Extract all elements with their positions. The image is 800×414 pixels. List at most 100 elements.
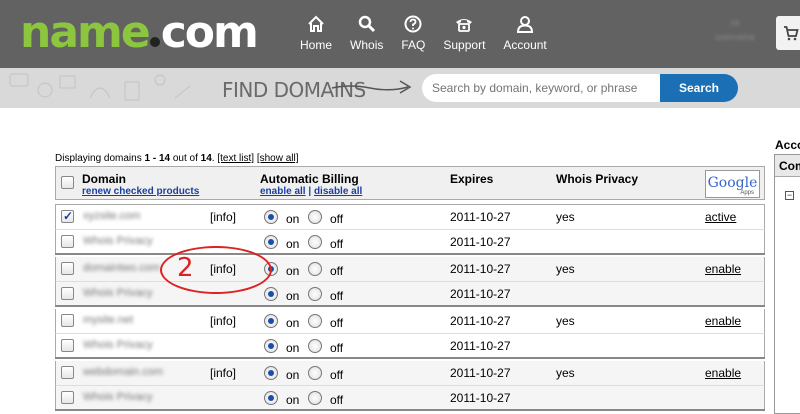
phone-icon <box>456 19 473 32</box>
billing-off-label: off <box>330 289 344 303</box>
domain-name[interactable]: webdomain.com <box>83 366 163 378</box>
col-domain: Domain <box>82 172 127 186</box>
expires-date: 2011-10-27 <box>450 391 511 405</box>
domain-name[interactable]: xyzsite.com <box>83 210 140 222</box>
row-checkbox[interactable] <box>61 339 74 352</box>
sub-product-name: Whois Privacy <box>83 287 153 299</box>
table-row-sub: Whois Privacy on off 2011-10-27 <box>55 333 765 357</box>
billing-on-label: on <box>286 341 300 355</box>
user-icon <box>517 16 534 33</box>
billing-off-radio[interactable] <box>308 339 322 353</box>
expires-date: 2011-10-27 <box>450 262 511 276</box>
expires-date: 2011-10-27 <box>450 287 511 301</box>
site-logo[interactable]: name com <box>20 7 259 58</box>
background-doodle <box>9 73 191 101</box>
col-expires: Expires <box>450 172 494 186</box>
row-checkbox[interactable] <box>61 287 74 300</box>
row-checkbox[interactable] <box>61 314 74 327</box>
sub-product-name: Whois Privacy <box>83 235 153 247</box>
billing-off-radio[interactable] <box>308 366 322 380</box>
logo-dot <box>149 37 160 47</box>
show-all-link[interactable]: [show all] <box>257 153 299 164</box>
text-list-link[interactable]: [text list] <box>217 153 254 164</box>
renew-checked-link[interactable]: renew checked products <box>82 186 199 197</box>
info-link[interactable]: [info] <box>210 366 236 380</box>
billing-off-radio[interactable] <box>308 314 322 328</box>
google-apps-text: Apps <box>740 190 754 196</box>
row-checkbox[interactable] <box>61 391 74 404</box>
row-checkbox[interactable] <box>61 262 74 275</box>
sidebar-heading: Account <box>775 138 800 152</box>
domain-search-input[interactable] <box>422 74 672 102</box>
row-checkbox[interactable] <box>61 209 74 223</box>
nav-faq[interactable]: FAQ <box>401 14 425 52</box>
col-privacy: Whois Privacy <box>556 172 639 186</box>
enable-all-link[interactable]: enable all <box>260 186 306 197</box>
billing-off-label: off <box>330 264 344 278</box>
google-apps-action[interactable]: enable <box>705 262 741 276</box>
billing-on-radio[interactable] <box>264 366 278 380</box>
google-apps-action[interactable]: active <box>705 210 736 224</box>
expires-date: 2011-10-27 <box>450 339 511 353</box>
billing-off-radio[interactable] <box>308 262 322 276</box>
info-link[interactable]: [info] <box>210 314 236 328</box>
billing-on-radio[interactable] <box>264 339 278 353</box>
nav-account[interactable]: Account <box>503 14 547 52</box>
sub-product-name: Whois Privacy <box>83 339 153 351</box>
sidebar-panel: Com − <box>774 154 800 414</box>
disable-all-link[interactable]: disable all <box>314 186 362 197</box>
billing-on-radio[interactable] <box>264 210 278 224</box>
search-button[interactable]: Search <box>660 74 738 102</box>
select-all-checkbox[interactable] <box>61 176 74 189</box>
link-separator: | <box>305 186 314 197</box>
row-checkbox[interactable] <box>61 235 74 248</box>
billing-on-label: on <box>286 237 300 251</box>
google-logo-text: Google <box>707 175 758 191</box>
user-greeting[interactable]: Hi username <box>700 18 770 42</box>
site-header: name com Home Whois FAQ Support Account H… <box>0 0 800 68</box>
billing-off-radio[interactable] <box>308 235 322 249</box>
display-range: 1 - 14 <box>144 153 171 164</box>
nav-support[interactable]: Support <box>443 14 485 52</box>
billing-on-radio[interactable] <box>264 287 278 301</box>
billing-off-radio[interactable] <box>308 287 322 301</box>
google-apps-action[interactable]: enable <box>705 314 741 328</box>
billing-on-radio[interactable] <box>264 314 278 328</box>
billing-off-label: off <box>330 237 344 251</box>
table-row: xyzsite.com [info] on off 2011-10-27 yes… <box>55 205 765 229</box>
cart-button[interactable] <box>776 16 800 50</box>
billing-off-radio[interactable] <box>308 210 322 224</box>
table-row-sub: Whois Privacy on off 2011-10-27 <box>55 281 765 305</box>
billing-on-label: on <box>286 393 300 407</box>
table-row: webdomain.com [info] on off 2011-10-27 y… <box>55 361 765 385</box>
home-icon <box>308 15 324 32</box>
privacy-status: yes <box>556 314 575 328</box>
domain-group: mysite.net [info] on off 2011-10-27 yes … <box>55 309 765 359</box>
billing-on-label: on <box>286 289 300 303</box>
info-link[interactable]: [info] <box>210 210 236 224</box>
billing-on-radio[interactable] <box>264 235 278 249</box>
nav-support-label: Support <box>443 38 486 52</box>
billing-off-radio[interactable] <box>308 391 322 405</box>
domain-name[interactable]: domaintwo.com <box>83 262 160 274</box>
domain-group: webdomain.com [info] on off 2011-10-27 y… <box>55 361 765 411</box>
nav-home[interactable]: Home <box>300 14 332 52</box>
billing-off-label: off <box>330 316 344 330</box>
user-greeting-line2: username <box>714 32 756 42</box>
nav-whois[interactable]: Whois <box>350 14 383 52</box>
logo-name: name <box>20 7 151 58</box>
billing-on-label: on <box>286 212 300 226</box>
google-apps-action[interactable]: enable <box>705 366 741 380</box>
sub-product-name: Whois Privacy <box>83 391 153 403</box>
billing-on-radio[interactable] <box>264 391 278 405</box>
domain-name[interactable]: mysite.net <box>83 314 133 326</box>
nav-faq-label: FAQ <box>401 38 426 52</box>
logo-tld: com <box>160 7 259 58</box>
billing-on-label: on <box>286 264 300 278</box>
expires-date: 2011-10-27 <box>450 366 511 380</box>
billing-off-label: off <box>330 393 344 407</box>
display-prefix: Displaying domains <box>55 153 145 164</box>
row-checkbox[interactable] <box>61 366 74 379</box>
google-apps-logo: Google Apps <box>705 170 760 198</box>
collapse-icon[interactable]: − <box>785 191 794 200</box>
